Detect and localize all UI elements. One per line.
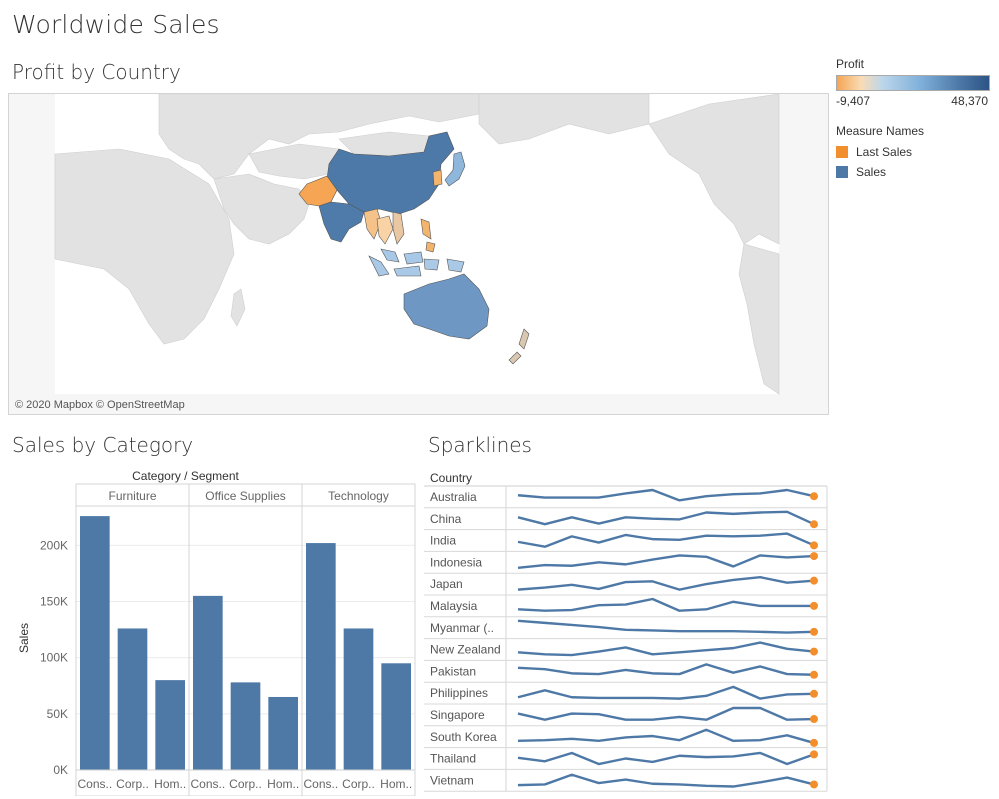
category-title: Sales by Category [12, 433, 194, 457]
y-tick-label: 150K [40, 594, 68, 608]
sparkline[interactable] [517, 554, 815, 570]
segment-label: Hom.. [380, 777, 412, 791]
last-sales-dot[interactable] [810, 715, 818, 724]
profit-map[interactable]: © 2020 Mapbox © OpenStreetMap [8, 93, 829, 415]
last-sales-dot[interactable] [810, 627, 818, 636]
last-sales-dot[interactable] [810, 670, 818, 679]
sparkline-country-label: Australia [430, 490, 477, 504]
sparkline[interactable] [517, 597, 814, 612]
sparkline[interactable] [517, 728, 815, 745]
last-sales-dot[interactable] [810, 750, 818, 759]
sparkline[interactable] [517, 773, 815, 788]
category-header: Office Supplies [205, 489, 286, 503]
segment-label: Cons.. [303, 777, 338, 791]
last-sales-dot[interactable] [810, 520, 818, 529]
profit-legend-title: Profit [836, 57, 865, 71]
profit-gradient [836, 75, 990, 91]
profit-max-label: 48,370 [951, 94, 988, 108]
segment-label: Corp.. [229, 777, 262, 791]
sales-swatch [836, 166, 848, 178]
category-header: Furniture [108, 489, 156, 503]
last-sales-dot[interactable] [810, 601, 818, 610]
sparkline[interactable] [517, 510, 815, 526]
last-sales-dot[interactable] [810, 738, 818, 747]
last-sales-dot[interactable] [810, 492, 818, 501]
y-tick-label: 50K [47, 707, 68, 721]
bar[interactable] [381, 663, 411, 770]
sparkline-country-label: Malaysia [430, 599, 478, 613]
segment-label: Corp.. [116, 777, 149, 791]
sparkline[interactable] [517, 575, 815, 591]
bar[interactable] [193, 595, 223, 770]
map-canvas[interactable] [9, 94, 828, 414]
last-sales-dot[interactable] [810, 576, 818, 585]
y-axis-title: Sales [17, 623, 31, 653]
sparklines-chart[interactable]: Country Australia China India Indonesia Japan… [424, 468, 830, 796]
last-sales-dot[interactable] [810, 552, 818, 561]
legend-item-label: Last Sales [856, 145, 913, 159]
sparkline[interactable] [517, 532, 815, 548]
segment-label: Hom.. [154, 777, 186, 791]
last-sales-dot[interactable] [810, 647, 818, 656]
segment-label: Cons.. [77, 777, 112, 791]
category-axis-title: Category / Segment [132, 469, 239, 483]
dashboard-title: Worldwide Sales [12, 10, 220, 39]
map-title: Profit by Country [12, 60, 181, 84]
sparkline-country-label: Myanmar (.. [430, 621, 494, 635]
bar[interactable] [155, 680, 185, 770]
sparkline[interactable] [517, 641, 815, 657]
segment-label: Cons.. [190, 777, 225, 791]
legend-item-last-sales[interactable]: Last Sales [836, 142, 996, 162]
bar[interactable] [117, 628, 148, 770]
sparkline-country-label: Pakistan [430, 664, 476, 678]
segment-label: Hom.. [267, 777, 299, 791]
last-sales-dot[interactable] [810, 541, 818, 550]
measure-names-title: Measure Names [836, 124, 925, 138]
sparkline[interactable] [517, 706, 815, 721]
sparkline[interactable] [517, 663, 815, 676]
last-sales-swatch [836, 146, 848, 158]
last-sales-dot[interactable] [810, 780, 818, 789]
sparkline-country-label: South Korea [430, 730, 497, 744]
bar[interactable] [268, 696, 298, 770]
sparkline[interactable] [517, 619, 815, 634]
sales-by-category-chart[interactable]: Category / Segment Sales 0K 50K 100K 150K 200K… [8, 468, 418, 796]
sparkline-country-label: Thailand [430, 752, 476, 766]
sparkline-country-label: China [430, 512, 462, 526]
country-south-korea[interactable] [432, 169, 443, 187]
sparkline-country-label: Vietnam [430, 773, 474, 787]
y-tick-label: 200K [40, 538, 68, 552]
y-tick-label: 0K [53, 763, 68, 777]
segment-label: Corp.. [342, 777, 375, 791]
sparkline-country-label: Singapore [430, 708, 485, 722]
bar[interactable] [230, 682, 261, 770]
sparklines-title: Sparklines [428, 433, 532, 457]
y-tick-label: 100K [40, 651, 68, 665]
sparkline-country-label: India [430, 534, 456, 548]
map-attribution[interactable]: © 2020 Mapbox © OpenStreetMap [15, 399, 185, 411]
sparkline[interactable] [517, 488, 815, 502]
sparkline[interactable] [517, 751, 815, 766]
legend-item-label: Sales [856, 165, 887, 179]
sparkline[interactable] [517, 685, 815, 700]
bar[interactable] [306, 543, 336, 770]
profit-min-label: -9,407 [836, 94, 871, 108]
sparkline-country-label: Philippines [430, 686, 488, 700]
sparkline-country-label: Japan [430, 577, 463, 591]
country-column-header: Country [430, 471, 472, 485]
bar[interactable] [343, 628, 374, 770]
sparkline-country-label: New Zealand [430, 643, 501, 657]
legend-panel: Profit -9,407 48,370 Measure Names Last … [836, 57, 996, 182]
bar[interactable] [80, 516, 110, 770]
last-sales-dot[interactable] [810, 689, 818, 698]
category-header: Technology [328, 489, 389, 503]
legend-item-sales[interactable]: Sales [836, 162, 996, 182]
sparkline-country-label: Indonesia [430, 555, 482, 569]
